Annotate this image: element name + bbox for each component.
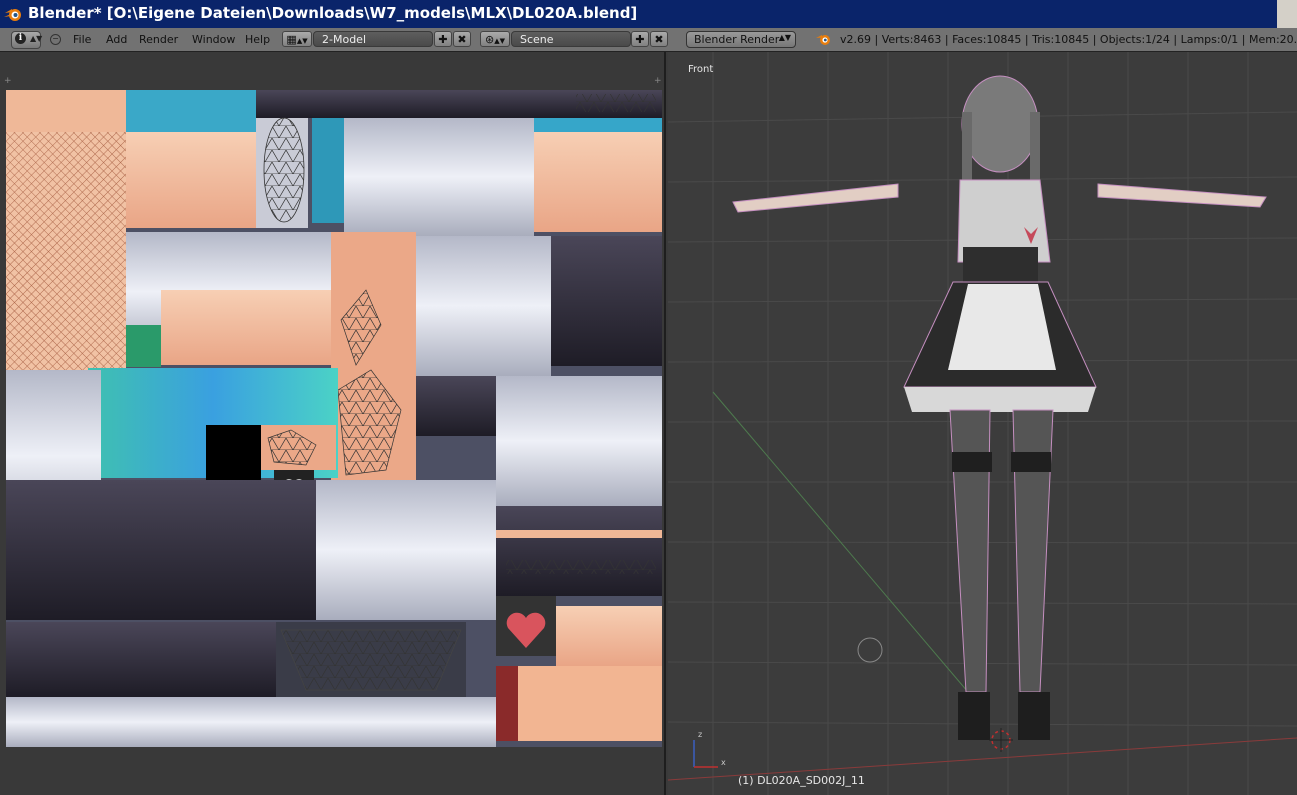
chevron-updown-icon: ▲▼ — [778, 33, 791, 42]
screen-layout-dropdown[interactable]: 2-Model — [313, 31, 433, 47]
3d-cursor[interactable] — [989, 728, 1013, 752]
delete-screen-button[interactable]: ✖ — [453, 31, 471, 47]
info-icon: i — [15, 33, 26, 44]
area-split-handle[interactable]: + — [4, 76, 12, 86]
window-controls[interactable] — [1277, 0, 1297, 28]
close-icon: ✖ — [457, 33, 467, 46]
scene-icon: ⊛ — [485, 33, 495, 46]
menu-help[interactable]: Help — [245, 33, 270, 46]
close-icon: ✖ — [654, 33, 664, 46]
render-engine-label: Blender Render — [694, 33, 780, 46]
chevron-updown-icon: ▲▼ — [296, 37, 308, 45]
window-titlebar: Blender* [O:\Eigene Dateien\Downloads\W7… — [0, 0, 1297, 28]
view-name: Front — [688, 64, 714, 75]
scene-name[interactable]: Scene — [520, 33, 554, 46]
plus-icon: ✚ — [635, 33, 645, 46]
character-model — [732, 75, 1267, 740]
render-engine-dropdown[interactable]: Blender Render ▲▼ — [686, 31, 796, 48]
area-split-handle[interactable]: + — [654, 76, 662, 86]
3d-viewport[interactable]: Front z x (1) DL020A_SD002J_11 — [668, 52, 1297, 795]
screen-layout-name[interactable]: 2-Model — [322, 33, 366, 46]
collapse-menus-icon[interactable]: − — [50, 34, 61, 45]
editor-type-button[interactable]: i ▲▼ — [11, 31, 43, 49]
axis-x-label: x — [721, 758, 726, 767]
menu-render[interactable]: Render — [139, 33, 178, 46]
scene-selector[interactable]: ⊛▲▼ — [480, 31, 510, 47]
plus-icon: ✚ — [438, 33, 448, 46]
texture-atlas — [6, 90, 662, 795]
viewport-canvas — [668, 52, 1297, 795]
add-scene-button[interactable]: ✚ — [631, 31, 649, 47]
axis-z-label: z — [698, 730, 703, 739]
chevron-updown-icon: ▲▼ — [494, 37, 505, 45]
scene-statistics: v2.69 | Verts:8463 | Faces:10845 | Tris:… — [840, 33, 1297, 46]
blender-logo-icon — [4, 9, 21, 21]
add-screen-button[interactable]: ✚ — [434, 31, 452, 47]
texture-image[interactable] — [6, 90, 662, 795]
window-title: Blender* [O:\Eigene Dateien\Downloads\W7… — [28, 4, 638, 22]
screen-layout-icon: ▦ — [286, 33, 297, 46]
pivot-circle[interactable] — [857, 637, 883, 663]
menu-add[interactable]: Add — [106, 33, 127, 46]
info-header: i ▲▼ − File Add Render Window Help ▦▲▼ 2… — [0, 28, 1297, 52]
uv-image-editor[interactable]: + + — [0, 52, 666, 795]
menu-window[interactable]: Window — [192, 33, 235, 46]
scene-dropdown[interactable]: Scene — [511, 31, 631, 47]
screen-layout-selector[interactable]: ▦▲▼ — [282, 31, 312, 47]
delete-scene-button[interactable]: ✖ — [650, 31, 668, 47]
chevron-updown-icon: ▲▼ — [30, 33, 43, 43]
blender-logo-icon — [816, 35, 830, 45]
menu-file[interactable]: File — [73, 33, 91, 46]
active-object-label: (1) DL020A_SD002J_11 — [738, 774, 865, 787]
